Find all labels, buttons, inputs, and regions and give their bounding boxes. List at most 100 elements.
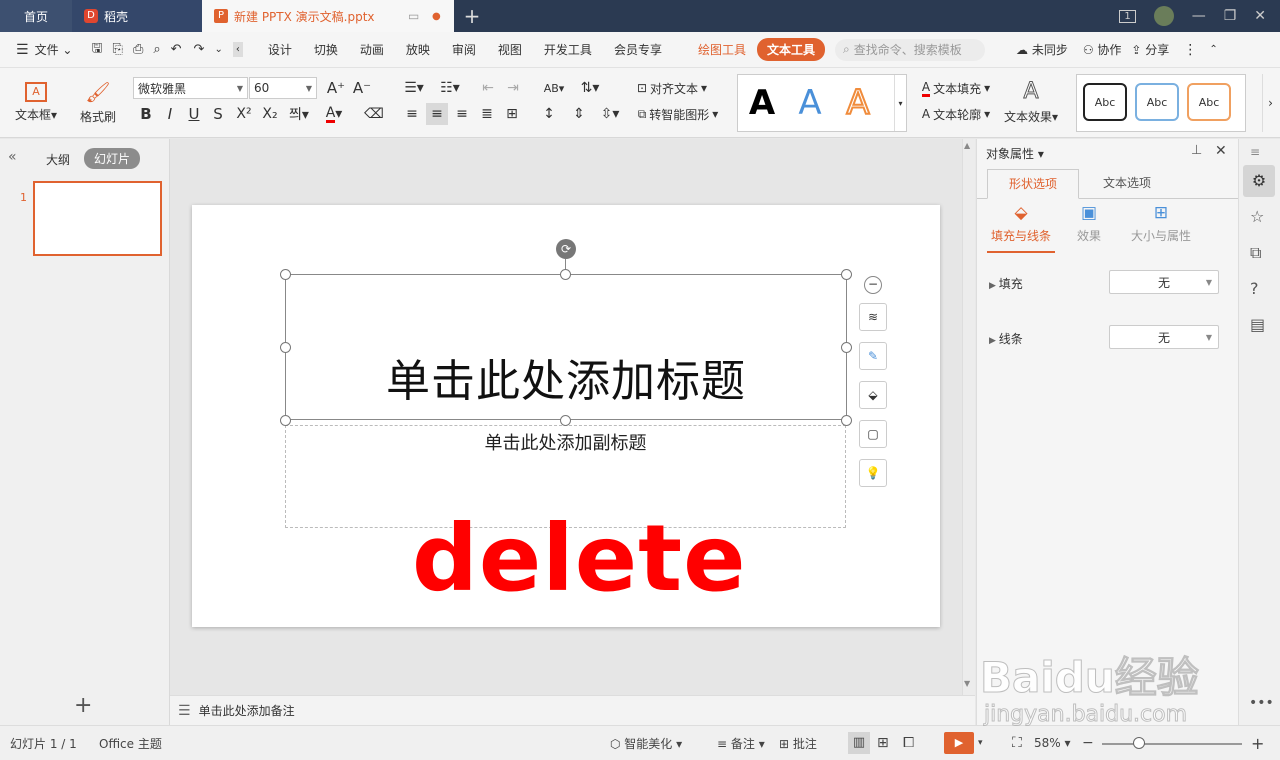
menu-text-tool[interactable]: 文本工具: [756, 38, 825, 61]
format-brush-button[interactable]: 🖌 格式刷: [74, 74, 122, 130]
zoom-level[interactable]: 58% ▾: [1034, 736, 1071, 750]
shrink-font-icon[interactable]: A⁻: [352, 77, 372, 99]
numbered-list-icon[interactable]: ☷▾: [436, 77, 464, 99]
sort-icon[interactable]: ⇅▾: [576, 77, 604, 99]
menu-member[interactable]: 会员专享: [603, 41, 673, 58]
tab-shape-options[interactable]: 形状选项: [987, 169, 1079, 199]
superscript-button[interactable]: X²: [232, 103, 256, 125]
distribute-icon[interactable]: ⊞: [502, 103, 522, 125]
subscript-button[interactable]: X₂: [258, 103, 282, 125]
wordart-style-black[interactable]: A: [738, 83, 786, 123]
smart-shape-button[interactable]: ⧉ 转智能图形 ▾: [632, 103, 724, 125]
collapse-pane-icon[interactable]: «: [8, 149, 17, 165]
fit-window-icon[interactable]: ⛶: [1012, 735, 1022, 751]
shape-style-black[interactable]: Abc: [1083, 83, 1127, 121]
sync-button[interactable]: ☁ 未同步: [1005, 41, 1079, 58]
phonetic-icon[interactable]: 쯰▾: [285, 103, 313, 125]
fill-select[interactable]: 无 ▼: [1109, 270, 1219, 294]
pin-icon[interactable]: ⊥: [1191, 143, 1202, 158]
bold-button[interactable]: B: [136, 103, 156, 125]
eraser-icon[interactable]: ⌫: [364, 103, 384, 125]
wordart-style-blue[interactable]: A: [786, 83, 834, 123]
align-text-button[interactable]: ⊡ 对齐文本 ▾: [632, 77, 712, 99]
smart-beautify-button[interactable]: ⬡ 智能美化 ▾: [610, 735, 682, 752]
sorter-view-icon[interactable]: ⊞: [877, 735, 889, 751]
menu-file[interactable]: 文件 ⌄: [29, 41, 84, 58]
fill-bucket-icon[interactable]: ⬙: [859, 381, 887, 409]
subtab-effect[interactable]: ▣ 效果: [1069, 203, 1109, 253]
line-spacing-icon[interactable]: ↕: [538, 103, 560, 125]
play-options-icon[interactable]: ▾: [978, 738, 983, 748]
ribbon-scroll-right-icon[interactable]: ›: [1262, 74, 1278, 132]
shape-style-orange[interactable]: Abc: [1187, 83, 1231, 121]
vertical-scrollbar[interactable]: ▲ ▼: [962, 139, 975, 695]
menu-slideshow[interactable]: 放映: [395, 41, 441, 58]
scroll-up-icon[interactable]: ▲: [964, 141, 970, 150]
resize-handle-n[interactable]: [560, 269, 571, 280]
paragraph-spacing-icon[interactable]: ⇕: [568, 103, 590, 125]
line-select[interactable]: 无 ▼: [1109, 325, 1219, 349]
zoom-slider-thumb[interactable]: [1133, 737, 1145, 749]
menu-animation[interactable]: 动画: [349, 41, 395, 58]
tab-document[interactable]: P 新建 PPTX 演示文稿.pptx ▭ ●: [202, 0, 454, 32]
reading-view-icon[interactable]: ⧠: [903, 735, 914, 751]
print-icon[interactable]: ⎙: [133, 42, 143, 57]
strip-more-icon[interactable]: •••: [1249, 695, 1274, 711]
menu-review[interactable]: 审阅: [441, 41, 487, 58]
tab-outline[interactable]: 大纲: [46, 151, 70, 168]
align-right-icon[interactable]: ≡: [452, 103, 472, 125]
slide-editor-canvas[interactable]: 单击此处添加副标题 单击此处添加标题 ⟳ delete − ≋ ✎ ⬙ ▢ 💡: [170, 139, 962, 695]
text-outline-button[interactable]: A 文本轮廓 ▾: [916, 103, 996, 125]
page-indicator-icon[interactable]: 1: [1119, 9, 1136, 23]
resize-handle-se[interactable]: [841, 415, 852, 426]
text-direction-icon[interactable]: AB▾: [540, 77, 568, 99]
close-icon[interactable]: ✕: [1254, 8, 1266, 24]
line-expander[interactable]: ▶ 线条: [989, 330, 1023, 347]
grow-font-icon[interactable]: A⁺: [326, 77, 346, 99]
animation-star-icon[interactable]: ☆: [1250, 207, 1264, 226]
zoom-slider[interactable]: [1102, 743, 1242, 745]
notes-button[interactable]: ≡ 备注 ▾: [717, 735, 765, 752]
text-fill-button[interactable]: A 文本填充 ▾: [916, 77, 996, 99]
collapse-float-icon[interactable]: −: [864, 276, 882, 294]
subtab-size[interactable]: ⊞ 大小与属性: [1125, 203, 1197, 253]
wordart-style-orange[interactable]: A: [834, 82, 882, 124]
resize-handle-s[interactable]: [560, 415, 571, 426]
resize-handle-w[interactable]: [280, 342, 291, 353]
pen-icon[interactable]: ✎: [859, 342, 887, 370]
slide-thumbnail[interactable]: [33, 181, 162, 256]
menu-transition[interactable]: 切换: [303, 41, 349, 58]
restore-icon[interactable]: ❐: [1224, 8, 1237, 24]
new-tab-button[interactable]: +: [454, 0, 490, 32]
more-quick-icon[interactable]: ⌄: [214, 44, 222, 55]
collapse-left-icon[interactable]: ‹: [232, 42, 243, 57]
normal-view-icon[interactable]: ▥: [848, 732, 870, 754]
collab-button[interactable]: ⚇ 协作: [1079, 41, 1126, 58]
hamburger-icon[interactable]: ☰: [16, 42, 29, 58]
export-icon[interactable]: ⎘: [113, 42, 123, 57]
scroll-down-icon[interactable]: ▼: [964, 679, 970, 688]
feedback-icon[interactable]: ▤: [1250, 315, 1265, 334]
strip-menu-icon[interactable]: ≡: [1250, 145, 1260, 159]
menu-developer[interactable]: 开发工具: [533, 41, 603, 58]
redo-icon[interactable]: ↷: [194, 42, 205, 57]
command-search-input[interactable]: ⌕ 查找命令、搜索模板: [834, 38, 985, 61]
bullet-list-icon[interactable]: ☰▾: [400, 77, 428, 99]
font-size-select[interactable]: 60 ▼: [249, 77, 317, 99]
notes-bar[interactable]: ☰ 单击此处添加备注: [170, 695, 975, 725]
shape-style-blue[interactable]: Abc: [1135, 83, 1179, 121]
lightbulb-icon[interactable]: 💡: [859, 459, 887, 487]
layer-icon[interactable]: ≋: [859, 303, 887, 331]
undo-icon[interactable]: ↶: [171, 42, 182, 57]
menu-view[interactable]: 视图: [487, 41, 533, 58]
theme-name[interactable]: Office 主题: [99, 735, 162, 752]
resize-handle-nw[interactable]: [280, 269, 291, 280]
decrease-indent-icon[interactable]: ⇤: [478, 77, 498, 99]
textbox-button[interactable]: A 文本框▾: [8, 74, 64, 130]
menu-draw-tool[interactable]: 绘图工具: [687, 41, 757, 58]
transition-icon[interactable]: ⧉: [1250, 243, 1261, 263]
close-panel-icon[interactable]: ✕: [1215, 143, 1227, 159]
resize-handle-ne[interactable]: [841, 269, 852, 280]
tab-daoke[interactable]: D 稻壳: [72, 0, 202, 32]
resize-handle-sw[interactable]: [280, 415, 291, 426]
